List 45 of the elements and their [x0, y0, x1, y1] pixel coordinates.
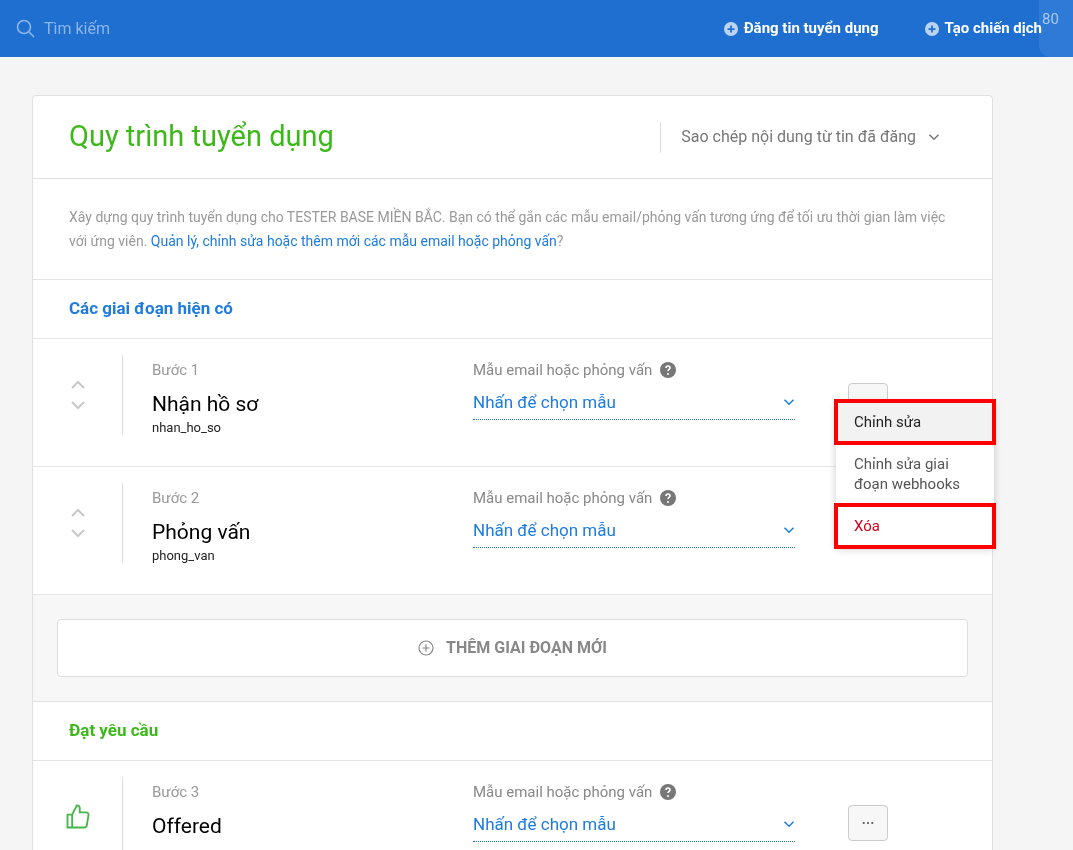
- more-icon: [862, 821, 874, 825]
- step-label: Bước 3: [152, 782, 201, 803]
- template-dropdown[interactable]: Nhấn để chọn mẫu: [473, 517, 795, 548]
- header-action-button[interactable]: Đăng tin tuyển dụng: [723, 17, 879, 40]
- stage-name: Nhận hồ sơ: [152, 390, 260, 418]
- stage-name: Offered: [152, 812, 223, 840]
- menu-item[interactable]: Xóa: [836, 505, 994, 547]
- chevron-down-icon: [69, 399, 86, 411]
- chevron-up-icon: [69, 379, 86, 391]
- manage-templates-link[interactable]: Quản lý, chỉnh sửa hoặc thêm mới các mẫu email hoặc phỏng vấn: [150, 233, 557, 249]
- help-icon: [660, 490, 677, 507]
- chevron-down-icon: [783, 526, 795, 535]
- chevron-down-icon: [928, 133, 940, 141]
- template-label: Mẫu email hoặc phỏng vấn: [473, 360, 653, 381]
- stage-code: phong_van: [152, 546, 216, 565]
- search-icon: [16, 18, 36, 39]
- template-label: Mẫu email hoặc phỏng vấn: [473, 782, 653, 803]
- stage-name: Phỏng vấn: [152, 518, 252, 546]
- header-action-button[interactable]: Tạo chiến dịch: [924, 17, 1042, 40]
- template-dropdown[interactable]: Nhấn để chọn mẫu: [473, 389, 795, 420]
- section-title: Đạt yêu cầu: [69, 719, 159, 743]
- more-button[interactable]: [848, 805, 888, 841]
- add-stage-button[interactable]: THÊM GIAI ĐOẠN MỚI: [57, 619, 968, 677]
- menu-item[interactable]: Chỉnh sửa: [836, 401, 994, 443]
- plus-icon: [924, 21, 939, 36]
- stage-code: nhan_ho_so: [152, 418, 223, 437]
- page-title: Quy trình tuyển dụng: [69, 118, 335, 156]
- section-title: Các giai đoạn hiện có: [69, 297, 233, 321]
- template-dropdown[interactable]: Nhấn để chọn mẫu: [473, 811, 795, 842]
- menu-item[interactable]: Chỉnh sửa giai đoạn webhooks: [836, 443, 994, 505]
- zoom-level: 80: [1042, 9, 1059, 30]
- help-icon: [660, 362, 677, 379]
- search-field[interactable]: Tìm kiếm: [44, 16, 284, 41]
- copy-content-dropdown[interactable]: Sao chép nội dung từ tin đã đăng: [681, 125, 940, 149]
- help-icon: [660, 784, 677, 801]
- plus-circle-icon: [418, 640, 435, 656]
- step-label: Bước 2: [152, 488, 201, 509]
- chevron-down-icon: [69, 527, 86, 539]
- plus-icon: [723, 21, 738, 36]
- chevron-down-icon: [783, 820, 795, 829]
- step-label: Bước 1: [152, 360, 201, 381]
- description-text: Xây dựng quy trình tuyển dụng cho TESTER BASE MIỀN BẮC. Bạn có thể gắn các mẫu email/phỏng vấn tương ứng để tối ưu thời gian làm việc với ứng viên. Quản lý, chỉnh sửa hoặc thêm mới các mẫu email hoặc phỏng vấn?: [69, 206, 947, 251]
- template-label: Mẫu email hoặc phỏng vấn: [473, 488, 653, 509]
- chevron-up-icon: [69, 507, 86, 519]
- chevron-down-icon: [783, 398, 795, 407]
